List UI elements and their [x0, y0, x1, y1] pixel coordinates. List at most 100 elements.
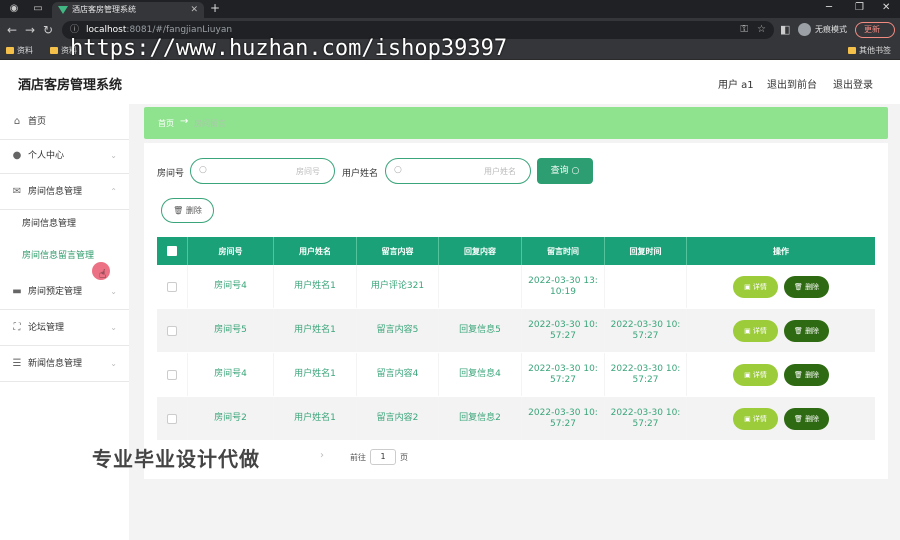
logout-link[interactable]: 退出登录: [833, 76, 873, 91]
cell-time: 2022-03-30 10:57:27: [522, 397, 605, 440]
maximize-icon[interactable]: ❐: [855, 2, 864, 13]
submenu-room-message[interactable]: 房间信息留言管理: [0, 240, 129, 272]
header-time[interactable]: 留言时间: [522, 237, 605, 265]
arrow-right-icon: →: [180, 116, 189, 127]
header-user[interactable]: 用户姓名: [274, 237, 357, 265]
room-number-input[interactable]: ○ 房间号: [190, 158, 335, 184]
cell-reply-time: [605, 265, 687, 308]
fullscreen-icon: ⛶: [13, 322, 21, 333]
mouse-cursor-icon: ☝: [99, 267, 107, 281]
cell-reply-time: 2022-03-30 10:57:27: [605, 309, 687, 352]
key-icon[interactable]: ⚿: [740, 21, 748, 39]
detail-button[interactable]: ▣ 详情: [733, 363, 778, 386]
cell-room: 房间号4: [188, 353, 274, 396]
sidebar-item-news[interactable]: ☰ 新闻信息管理 ⌄: [0, 346, 129, 382]
header-room[interactable]: 房间号: [188, 237, 274, 265]
cell-reply: [439, 265, 522, 308]
detail-button[interactable]: ▣ 详情: [733, 319, 778, 342]
tab-close-icon[interactable]: ✕: [190, 2, 198, 18]
app-title: 酒店客房管理系统: [18, 78, 123, 93]
new-tab-icon[interactable]: +: [210, 1, 220, 15]
header-reply[interactable]: 回复内容: [439, 237, 522, 265]
url-host: localhost: [86, 25, 127, 35]
vue-logo-icon: [58, 6, 68, 14]
cell-actions: ▣ 详情 🗑 删除: [687, 353, 875, 396]
row-checkbox[interactable]: [167, 325, 177, 336]
submenu-room-info[interactable]: 房间信息管理: [0, 208, 129, 240]
detail-button[interactable]: ▣ 详情: [733, 407, 778, 430]
cell-user: 用户姓名1: [274, 397, 357, 440]
other-bookmarks[interactable]: 其他书签: [848, 42, 891, 60]
query-button[interactable]: 查询 ○: [537, 158, 593, 184]
row-checkbox[interactable]: [167, 281, 177, 292]
forward-icon[interactable]: →: [25, 23, 35, 37]
header-content[interactable]: 留言内容: [357, 237, 439, 265]
sidepanel-icon[interactable]: ◧: [780, 23, 790, 36]
watermark-overlay-text: 专业毕业设计代做: [92, 447, 260, 471]
user-name-input[interactable]: ○ 用户姓名: [385, 158, 531, 184]
batch-delete-button[interactable]: 🗑 删除: [161, 198, 214, 223]
breadcrumb-current: 房间留言: [194, 119, 226, 128]
delete-button[interactable]: 🗑 删除: [784, 275, 829, 298]
home-icon: ⌂: [13, 116, 21, 127]
cell-content: 留言内容2: [357, 397, 439, 440]
breadcrumb-home[interactable]: 首页: [158, 118, 174, 129]
search-icon: ○: [394, 165, 402, 175]
table-row: 房间号2 用户姓名1 留言内容2 回复信息2 2022-03-30 10:57:…: [157, 397, 875, 441]
chevron-down-icon: ⌄: [110, 323, 117, 332]
cell-time: 2022-03-30 10:57:27: [522, 353, 605, 396]
table-row: 房间号4 用户姓名1 留言内容4 回复信息4 2022-03-30 10:57:…: [157, 353, 875, 397]
sidebar-item-booking[interactable]: ▬ 房间预定管理 ⌄: [0, 274, 129, 310]
cell-content: 留言内容4: [357, 353, 439, 396]
breadcrumb: 首页 → 房间留言: [144, 107, 888, 139]
cell-room: 房间号4: [188, 265, 274, 308]
user-name-label: 用户姓名: [342, 169, 379, 179]
cell-user: 用户姓名1: [274, 265, 357, 308]
cell-reply-time: 2022-03-30 10:57:27: [605, 353, 687, 396]
detail-button[interactable]: ▣ 详情: [733, 275, 778, 298]
sliders-icon: ☰: [12, 358, 22, 369]
close-window-icon[interactable]: ✕: [882, 2, 890, 13]
star-icon[interactable]: ☆: [757, 21, 766, 39]
sidebar-item-profile[interactable]: ● 个人中心 ⌄: [0, 138, 129, 174]
minimize-icon[interactable]: ─: [826, 2, 832, 13]
delete-button[interactable]: 🗑 删除: [784, 407, 829, 430]
bookmark-folder-1[interactable]: 资料: [6, 42, 33, 60]
back-icon[interactable]: ←: [7, 23, 17, 37]
select-all-checkbox[interactable]: [167, 246, 177, 256]
cell-content: 留言内容5: [357, 309, 439, 352]
mail-icon: ✉: [12, 186, 22, 197]
watermark-url: https://www.huzhan.com/ishop39397: [70, 36, 508, 61]
reload-icon[interactable]: ↻: [43, 23, 53, 37]
goto-label: 前往: [350, 453, 366, 462]
cell-reply: 回复信息5: [439, 309, 522, 352]
back-to-front-link[interactable]: 退出到前台: [767, 76, 817, 91]
sidebar-item-home[interactable]: ⌂ 首页: [0, 104, 129, 140]
app-header: 酒店客房管理系统 用户 a1 退出到前台 退出登录: [0, 60, 900, 104]
cell-room: 房间号2: [188, 397, 274, 440]
url-path: :8081/#/fangjianLiuyan: [126, 25, 233, 35]
table-row: 房间号4 用户姓名1 用户评论321 2022-03-30 13:10:19 ▣…: [157, 265, 875, 309]
folder-icon: [848, 47, 856, 54]
chevron-down-icon: ⌄: [110, 359, 117, 368]
tab-list-icon[interactable]: ▭: [32, 3, 44, 15]
card-icon: ▬: [12, 286, 22, 297]
table-row: 房间号5 用户姓名1 留言内容5 回复信息5 2022-03-30 10:57:…: [157, 309, 875, 353]
delete-button[interactable]: 🗑 删除: [784, 319, 829, 342]
sidebar-item-forum[interactable]: ⛶ 论坛管理 ⌄: [0, 310, 129, 346]
browser-tab-bar: ◉ ▭ 酒店客房管理系统 ✕ + ─ ❐ ✕: [0, 0, 900, 18]
goto-page-input[interactable]: 1: [370, 449, 396, 465]
row-checkbox[interactable]: [167, 413, 177, 424]
incognito-avatar[interactable]: [798, 23, 811, 36]
trash-icon: 🗑: [173, 206, 184, 215]
delete-button[interactable]: 🗑 删除: [784, 363, 829, 386]
browser-icon[interactable]: ◉: [8, 3, 20, 15]
row-checkbox[interactable]: [167, 369, 177, 380]
sidebar-item-room-info[interactable]: ✉ 房间信息管理 ⌃: [0, 174, 129, 210]
header-reply-time[interactable]: 回复时间: [605, 237, 687, 265]
update-button[interactable]: 更新: [855, 22, 895, 38]
chevron-down-icon: ⌄: [110, 287, 117, 296]
browser-tab[interactable]: 酒店客房管理系统 ✕: [52, 2, 204, 18]
next-page-icon[interactable]: ›: [320, 450, 324, 461]
cell-content: 用户评论321: [357, 265, 439, 308]
